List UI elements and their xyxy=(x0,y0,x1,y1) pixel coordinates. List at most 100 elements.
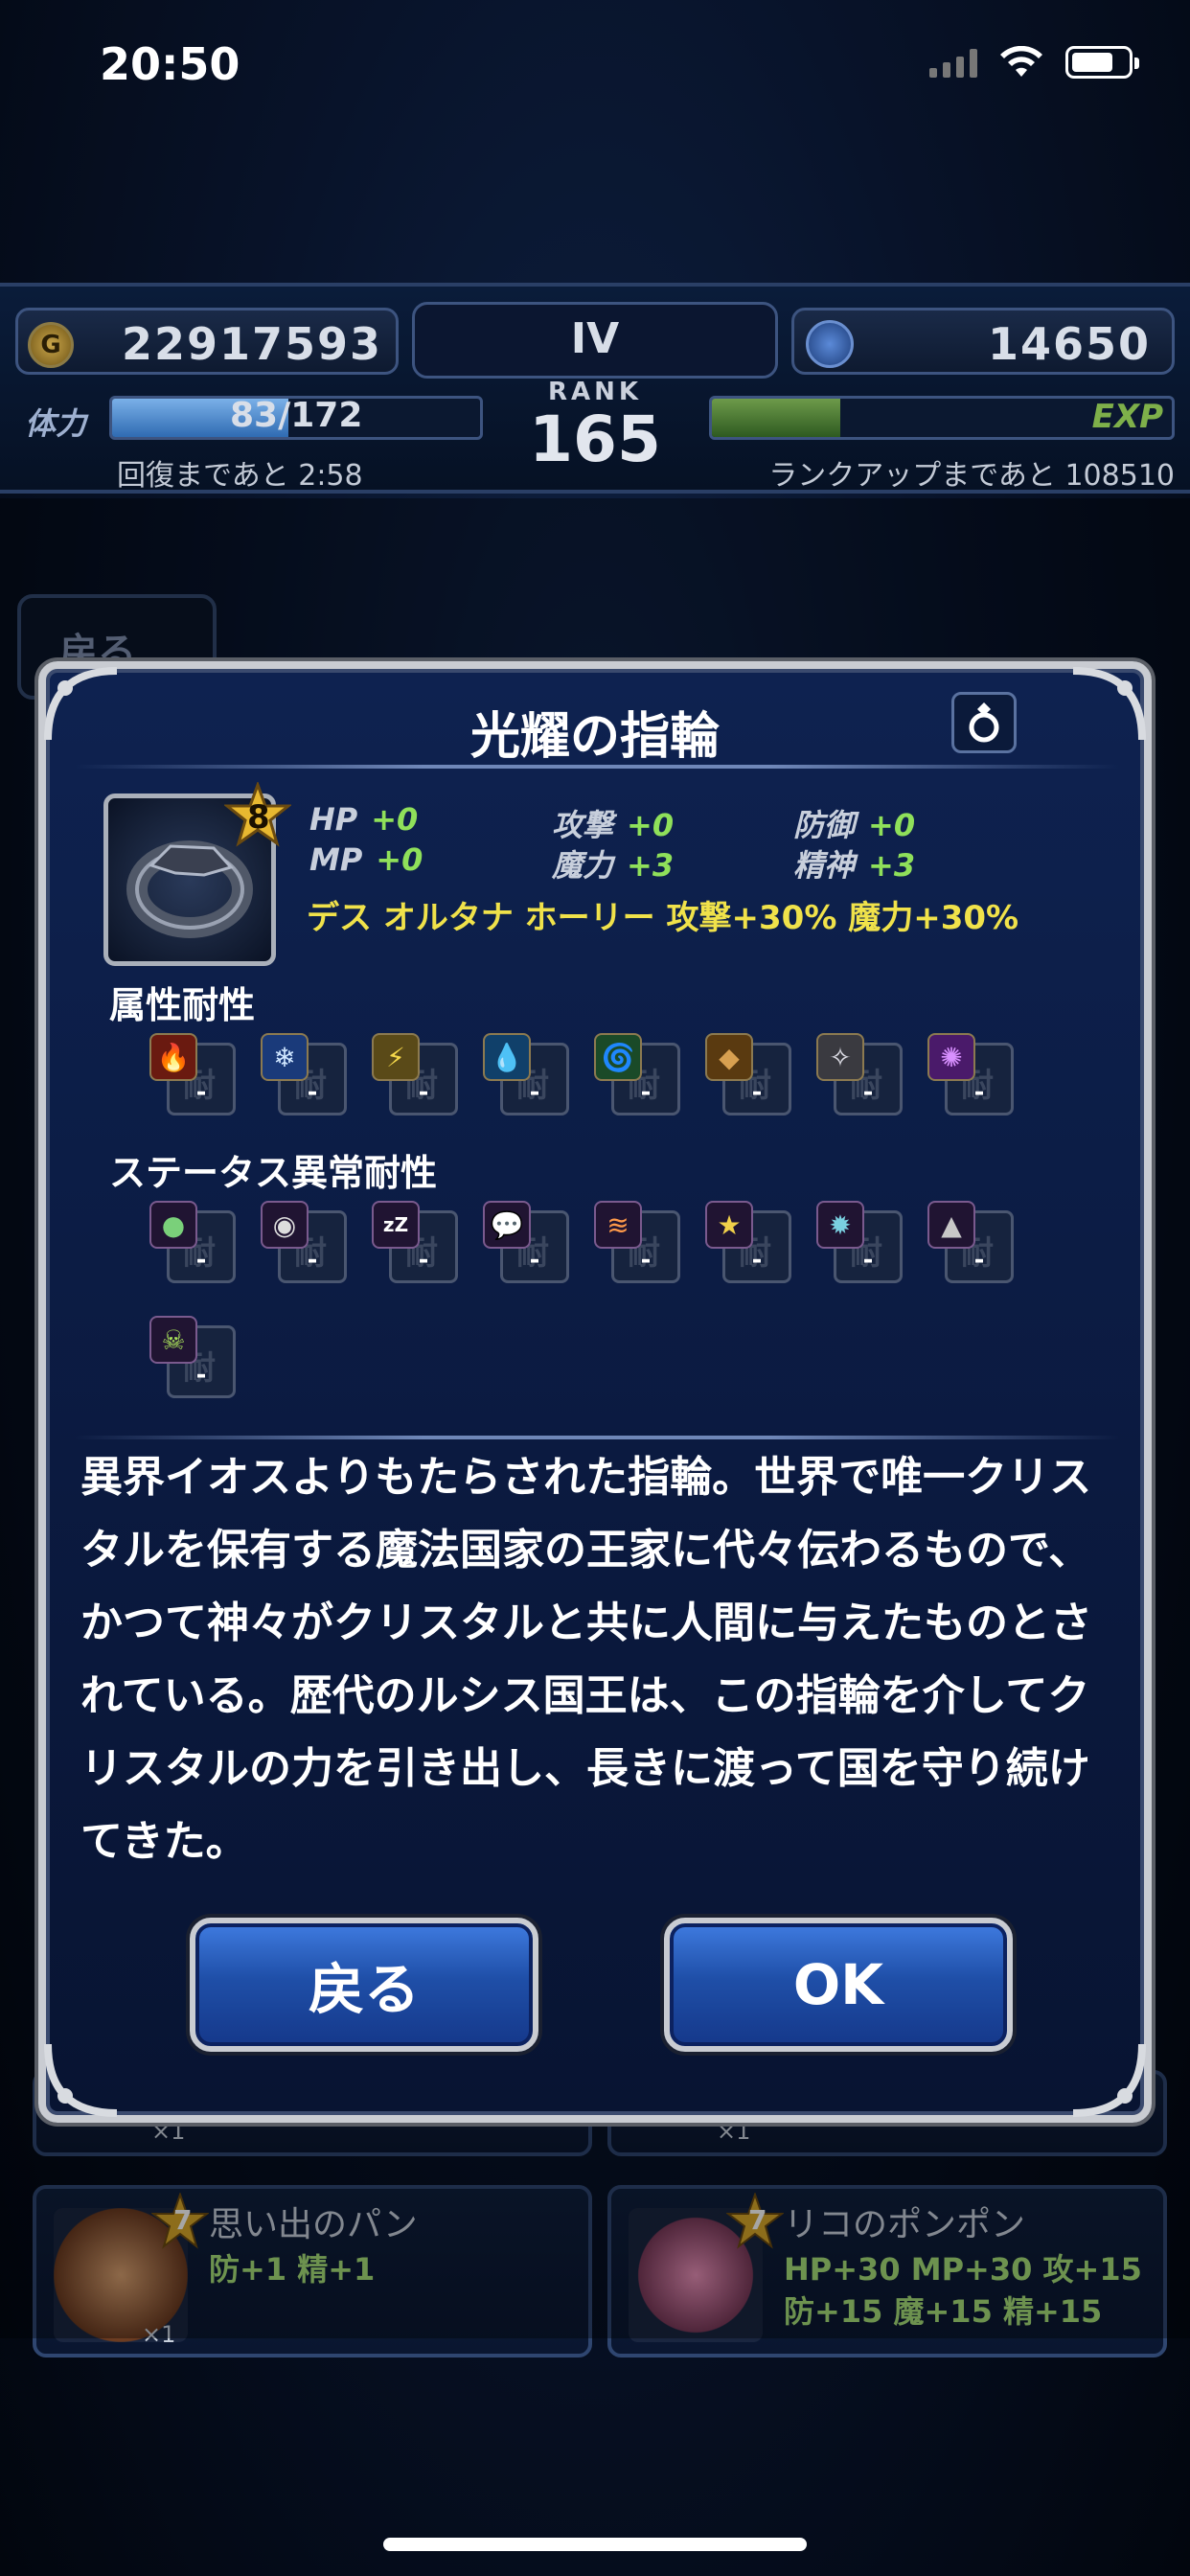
wind-icon: 🌀 xyxy=(594,1033,642,1081)
sleep-resistance: 耐 - zZ xyxy=(372,1201,458,1283)
resistance-value: - xyxy=(307,1078,318,1107)
petrify-icon: ▲ xyxy=(927,1201,975,1249)
poison-resistance: 耐 - ● xyxy=(149,1201,236,1283)
resistance-value: - xyxy=(307,1246,318,1275)
home-indicator[interactable] xyxy=(383,2538,807,2551)
resistance-value: - xyxy=(751,1078,763,1107)
confusion-icon: ★ xyxy=(705,1201,753,1249)
earth-icon: ◆ xyxy=(705,1033,753,1081)
stat-magic: 魔力 +3 xyxy=(552,841,674,886)
ice-resistance: 耐 - ❄ xyxy=(261,1033,347,1116)
stat-key: 精神 xyxy=(793,847,856,884)
stat-key: MP xyxy=(309,841,363,878)
stat-key: 攻撃 xyxy=(552,807,614,843)
rankup-remaining: ランクアップまであと 108510 xyxy=(768,459,1175,493)
confusion-resistance: 耐 - ★ xyxy=(705,1201,791,1283)
poison-icon: ● xyxy=(149,1201,197,1249)
accessory-type-button[interactable] xyxy=(951,692,1017,753)
resistance-value: - xyxy=(418,1246,429,1275)
silence-icon: 💬 xyxy=(483,1201,531,1249)
stat-mp: MP +0 xyxy=(309,841,423,878)
lightning-icon: ⚡ xyxy=(372,1033,420,1081)
status-icons xyxy=(929,46,1139,79)
stat-value: +0 xyxy=(627,807,675,843)
ornament-corner-icon xyxy=(1072,2043,1146,2117)
cellular-signal-icon xyxy=(929,47,977,78)
death-resistance: 耐 - ☠ xyxy=(149,1316,236,1398)
clock: 20:50 xyxy=(100,38,240,90)
resistance-value: - xyxy=(973,1078,985,1107)
item-detail-dialog: 光耀の指輪 8 HP +0 MP +0 攻撃 +0 魔力 +3 防御 +0 精神 +3 デス… xyxy=(38,661,1152,2123)
title-divider xyxy=(75,765,1119,769)
dark-icon: ✺ xyxy=(927,1033,975,1081)
resistance-value: - xyxy=(195,1078,207,1107)
skull-icon: ☠ xyxy=(149,1316,197,1364)
wind-resistance: 耐 - 🌀 xyxy=(594,1033,680,1116)
gil-value: 22917593 xyxy=(121,318,382,370)
element-resistance-row: 耐 - 🔥 耐 - ❄ 耐 - ⚡ 耐 - 💧 耐 - 🌀 耐 - ◆ 耐 - ✧ 耐 - ✺ xyxy=(149,1033,1039,1116)
blind-icon: ◉ xyxy=(261,1201,309,1249)
resistance-value: - xyxy=(640,1078,652,1107)
disease-icon: ✹ xyxy=(816,1201,864,1249)
stat-spirit: 精神 +3 xyxy=(793,841,915,886)
rarity-number: 8 xyxy=(247,798,270,837)
player-header: G 22917593 IV 14650 体力 83/172 回復まであと 2:5… xyxy=(0,283,1190,494)
item-effects: デス オルタナ ホーリー 攻撃+30% 魔力+30% xyxy=(307,899,1019,937)
description-divider xyxy=(75,1436,1119,1439)
paralysis-icon: ≋ xyxy=(594,1201,642,1249)
resistance-value: - xyxy=(418,1078,429,1107)
back-button[interactable]: 戻る xyxy=(190,1918,538,2052)
resistance-value: - xyxy=(862,1246,874,1275)
status-resistance-label: ステータス異常耐性 xyxy=(109,1152,438,1194)
resistance-value: - xyxy=(195,1361,207,1390)
gil-counter: G 22917593 xyxy=(15,308,399,375)
lapis-gem-icon xyxy=(806,320,854,368)
ice-icon: ❄ xyxy=(261,1033,309,1081)
rank-value: 165 xyxy=(529,402,661,476)
status-bar: 20:50 xyxy=(0,0,1190,134)
earth-resistance: 耐 - ◆ xyxy=(705,1033,791,1116)
lapis-counter[interactable]: 14650 xyxy=(791,308,1175,375)
stat-value: +0 xyxy=(376,841,423,878)
stamina-value: 83/172 xyxy=(230,396,363,435)
ok-button[interactable]: OK xyxy=(664,1918,1013,2052)
petrify-resistance: 耐 - ▲ xyxy=(927,1201,1014,1283)
ring-icon xyxy=(969,702,999,743)
status-resistance-row: 耐 - ● 耐 - ◉ 耐 - zZ 耐 - 💬 耐 - ≋ 耐 - ★ 耐 - ✹ 耐 - ▲ xyxy=(149,1201,1039,1283)
exp-label: EXP xyxy=(1091,398,1163,436)
resistance-value: - xyxy=(640,1246,652,1275)
disease-resistance: 耐 - ✹ xyxy=(816,1201,903,1283)
light-icon: ✧ xyxy=(816,1033,864,1081)
light-resistance: 耐 - ✧ xyxy=(816,1033,903,1116)
stamina-label: 体力 xyxy=(25,405,87,442)
gil-coin-icon: G xyxy=(28,322,74,368)
resistance-value: - xyxy=(195,1246,207,1275)
status-resistance-row-2: 耐 - ☠ xyxy=(149,1316,261,1398)
stat-value: +0 xyxy=(371,801,419,838)
paralysis-resistance: 耐 - ≋ xyxy=(594,1201,680,1283)
stat-key: 魔力 xyxy=(552,847,614,884)
exp-bar-fill xyxy=(712,399,841,437)
ornament-corner-icon xyxy=(44,2043,118,2117)
rank-roman: IV xyxy=(412,302,778,379)
fire-icon: 🔥 xyxy=(149,1033,197,1081)
stat-attack: 攻撃 +0 xyxy=(552,801,674,845)
dark-resistance: 耐 - ✺ xyxy=(927,1033,1014,1116)
water-resistance: 耐 - 💧 xyxy=(483,1033,569,1116)
fire-resistance: 耐 - 🔥 xyxy=(149,1033,236,1116)
resistance-value: - xyxy=(529,1246,540,1275)
stat-hp: HP +0 xyxy=(309,801,418,838)
item-description: 異界イオスよりもたらされた指輪。世界で唯一クリスタルを保有する魔法国家の王家に代… xyxy=(80,1453,1092,1866)
stat-key: HP xyxy=(309,801,358,838)
rank-display: RANK 165 xyxy=(514,378,676,483)
resistance-value: - xyxy=(973,1246,985,1275)
sleep-icon: zZ xyxy=(372,1201,420,1249)
stat-defense: 防御 +0 xyxy=(793,801,915,845)
recover-timer: 回復まであと 2:58 xyxy=(117,459,363,493)
resistance-value: - xyxy=(529,1078,540,1107)
battery-icon xyxy=(1065,46,1139,79)
blind-resistance: 耐 - ◉ xyxy=(261,1201,347,1283)
stat-value: +3 xyxy=(627,847,675,884)
stat-value: +0 xyxy=(868,807,916,843)
resistance-value: - xyxy=(862,1078,874,1107)
